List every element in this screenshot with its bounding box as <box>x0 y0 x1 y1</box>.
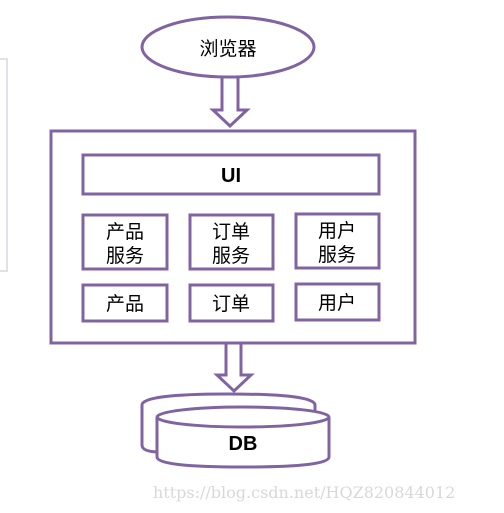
watermark: https://blog.csdn.net/HQZ820844012 <box>153 483 455 502</box>
service-label: 服务 <box>106 245 144 267</box>
database-icon: DB <box>140 392 331 469</box>
module-label: 用户 <box>318 292 356 314</box>
arrow-app-to-db <box>213 343 255 394</box>
browser-node: 浏览器 <box>140 15 316 79</box>
ui-layer: UI <box>81 153 381 196</box>
diagram: 浏览器 UI 产品 服务 订单 服务 用户 服务 产品 订单 用户 DB htt… <box>0 0 504 513</box>
module-user: 用户 <box>294 282 381 322</box>
service-label: 用户 <box>318 220 356 242</box>
service-label: 服务 <box>212 245 250 267</box>
left-panel-edge <box>0 58 8 272</box>
service-product: 产品 服务 <box>81 213 169 271</box>
browser-label: 浏览器 <box>199 38 256 60</box>
service-label: 产品 <box>106 221 144 243</box>
ui-label: UI <box>221 165 241 187</box>
service-label: 订单 <box>212 221 250 243</box>
module-order: 订单 <box>188 283 275 323</box>
service-order: 订单 服务 <box>188 213 275 271</box>
module-product: 产品 <box>81 283 169 323</box>
arrow-browser-to-app <box>209 77 251 129</box>
module-label: 订单 <box>212 293 250 315</box>
module-label: 产品 <box>106 293 144 315</box>
db-label: DB <box>229 433 258 455</box>
service-label: 服务 <box>318 244 356 266</box>
service-user: 用户 服务 <box>294 212 381 270</box>
